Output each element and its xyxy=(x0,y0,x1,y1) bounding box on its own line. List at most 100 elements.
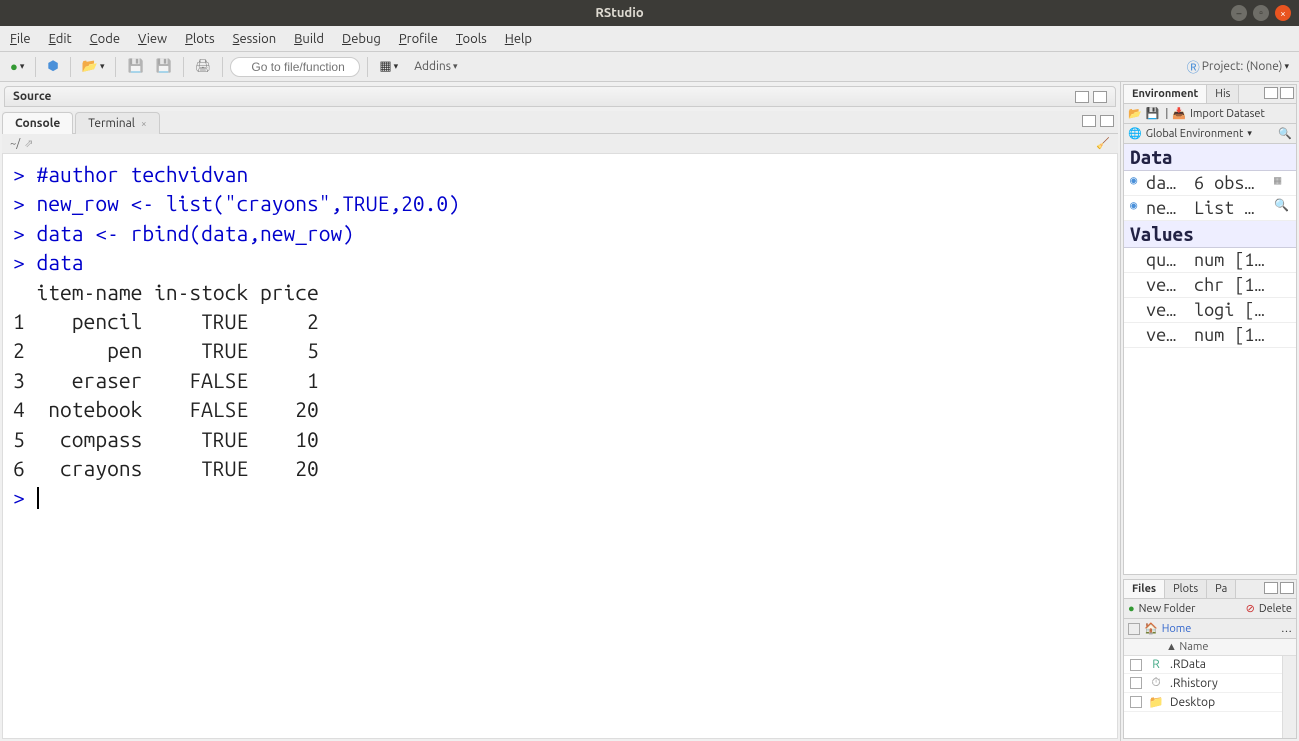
new-file-button[interactable]: ●▾ xyxy=(6,57,28,76)
file-row[interactable]: ⏱.Rhistory xyxy=(1124,674,1282,693)
env-data-row[interactable]: ◉da…6 obs…▦ xyxy=(1124,171,1296,196)
env-var-value: 6 obs… xyxy=(1194,173,1274,193)
file-checkbox[interactable] xyxy=(1130,677,1142,689)
env-value-row[interactable]: ve…num [1… xyxy=(1124,323,1296,348)
env-var-value: List … xyxy=(1194,198,1274,218)
files-maximize-icon[interactable] xyxy=(1280,582,1294,594)
save-workspace-icon[interactable]: 💾 xyxy=(1146,107,1160,120)
file-row[interactable]: 📁Desktop xyxy=(1124,693,1282,712)
goto-file-input[interactable] xyxy=(230,57,360,77)
menu-tools[interactable]: Tools xyxy=(456,32,487,46)
menubar: File Edit Code View Plots Session Build … xyxy=(0,26,1299,52)
load-workspace-icon[interactable]: 📂 xyxy=(1128,107,1142,120)
delete-button[interactable]: Delete xyxy=(1259,603,1292,615)
menu-plots[interactable]: Plots xyxy=(185,32,215,46)
tab-environment[interactable]: Environment xyxy=(1124,85,1207,103)
env-data-section: Data xyxy=(1124,144,1296,171)
tab-plots[interactable]: Plots xyxy=(1165,580,1207,598)
expand-icon[interactable]: ◉ xyxy=(1130,173,1146,193)
env-var-value: num [1… xyxy=(1194,325,1290,345)
import-dataset-label[interactable]: Import Dataset xyxy=(1190,108,1265,120)
import-dataset-button[interactable]: 📥 xyxy=(1172,107,1186,120)
console-command-line: > data xyxy=(13,248,1107,277)
search-env-icon[interactable]: 🔍 xyxy=(1278,127,1292,140)
new-folder-button[interactable]: New Folder xyxy=(1139,603,1196,615)
console-output[interactable]: > #author techvidvan> new_row <- list("c… xyxy=(2,154,1118,739)
more-path-button[interactable]: … xyxy=(1281,623,1292,635)
home-icon[interactable]: 🏠 xyxy=(1144,622,1158,635)
console-link-icon[interactable]: ⇗ xyxy=(24,137,33,150)
env-scope-button[interactable]: Global Environment xyxy=(1146,128,1244,140)
delete-icon[interactable]: ⊘ xyxy=(1246,602,1255,615)
close-icon[interactable]: × xyxy=(141,118,147,129)
source-maximize-icon[interactable] xyxy=(1093,91,1107,103)
env-scope-icon: 🌐 xyxy=(1128,127,1142,140)
grid-button[interactable]: ▦▾ xyxy=(375,57,402,76)
home-button[interactable]: Home xyxy=(1162,623,1192,635)
source-pane-title: Source xyxy=(13,90,51,103)
env-var-name: ve… xyxy=(1146,300,1194,320)
grid-icon[interactable]: ▦ xyxy=(1274,173,1290,193)
file-checkbox[interactable] xyxy=(1130,659,1142,671)
menu-code[interactable]: Code xyxy=(90,32,120,46)
console-command-line: > data <- rbind(data,new_row) xyxy=(13,219,1107,248)
file-row[interactable]: R .RData xyxy=(1124,656,1282,674)
expand-icon[interactable]: ◉ xyxy=(1130,198,1146,218)
window-minimize-button[interactable]: – xyxy=(1231,5,1247,21)
env-var-value: num [1… xyxy=(1194,250,1290,270)
tab-files[interactable]: Files xyxy=(1124,580,1165,598)
env-value-row[interactable]: ve…chr [1… xyxy=(1124,273,1296,298)
console-maximize-icon[interactable] xyxy=(1100,115,1114,127)
console-output-line: item-name in-stock price xyxy=(13,278,1107,307)
new-folder-icon[interactable]: ● xyxy=(1128,603,1135,615)
tab-packages[interactable]: Pa xyxy=(1207,580,1236,598)
file-type-icon: R xyxy=(1148,658,1164,671)
menu-view[interactable]: View xyxy=(138,32,167,46)
menu-debug[interactable]: Debug xyxy=(342,32,381,46)
files-minimize-icon[interactable] xyxy=(1264,582,1278,594)
file-checkbox[interactable] xyxy=(1130,696,1142,708)
tab-console[interactable]: Console xyxy=(2,112,73,134)
env-minimize-icon[interactable] xyxy=(1264,87,1278,99)
menu-edit[interactable]: Edit xyxy=(49,32,72,46)
env-var-name: ne… xyxy=(1146,198,1194,218)
menu-file[interactable]: File xyxy=(10,32,31,46)
project-button[interactable]: Ⓡ Project: (None) ▾ xyxy=(1183,55,1293,78)
tab-history[interactable]: His xyxy=(1207,85,1239,103)
window-close-button[interactable]: × xyxy=(1275,5,1291,21)
addins-button[interactable]: Addins ▾ xyxy=(410,58,461,75)
clear-console-icon[interactable]: 🧹 xyxy=(1096,137,1110,150)
menu-build[interactable]: Build xyxy=(294,32,324,46)
env-var-value: chr [1… xyxy=(1194,275,1290,295)
console-minimize-icon[interactable] xyxy=(1082,115,1096,127)
print-button[interactable]: 🖨 xyxy=(191,57,216,76)
window-maximize-button[interactable]: ▫ xyxy=(1253,5,1269,21)
env-values-section: Values xyxy=(1124,221,1296,248)
console-command-line: > new_row <- list("crayons",TRUE,20.0) xyxy=(13,189,1107,218)
env-var-name: qu… xyxy=(1146,250,1194,270)
save-all-button[interactable]: 💾 xyxy=(152,57,176,76)
files-scrollbar[interactable] xyxy=(1282,656,1296,738)
save-button[interactable]: 💾 xyxy=(123,57,147,76)
new-project-button[interactable]: ⬢ xyxy=(43,57,62,76)
file-name: .RData xyxy=(1170,658,1206,671)
source-minimize-icon[interactable] xyxy=(1075,91,1089,103)
select-all-checkbox[interactable] xyxy=(1128,623,1140,635)
env-var-name: da… xyxy=(1146,173,1194,193)
tab-terminal[interactable]: Terminal× xyxy=(75,112,159,134)
open-file-button[interactable]: 📂▾ xyxy=(78,57,109,76)
menu-session[interactable]: Session xyxy=(233,32,276,46)
env-data-row[interactable]: ◉ne…List …🔍 xyxy=(1124,196,1296,221)
menu-profile[interactable]: Profile xyxy=(399,32,438,46)
search-icon[interactable]: 🔍 xyxy=(1274,198,1290,218)
console-output-line: 2 pen TRUE 5 xyxy=(13,336,1107,365)
menu-help[interactable]: Help xyxy=(505,32,532,46)
file-type-icon: ⏱ xyxy=(1148,676,1164,690)
env-value-row[interactable]: qu…num [1… xyxy=(1124,248,1296,273)
env-value-row[interactable]: ve…logi [… xyxy=(1124,298,1296,323)
env-maximize-icon[interactable] xyxy=(1280,87,1294,99)
files-name-header[interactable]: ▲ Name xyxy=(1166,641,1208,653)
titlebar: RStudio – ▫ × xyxy=(0,0,1299,26)
console-prompt[interactable]: > xyxy=(13,483,1107,512)
env-var-value: logi [… xyxy=(1194,300,1290,320)
